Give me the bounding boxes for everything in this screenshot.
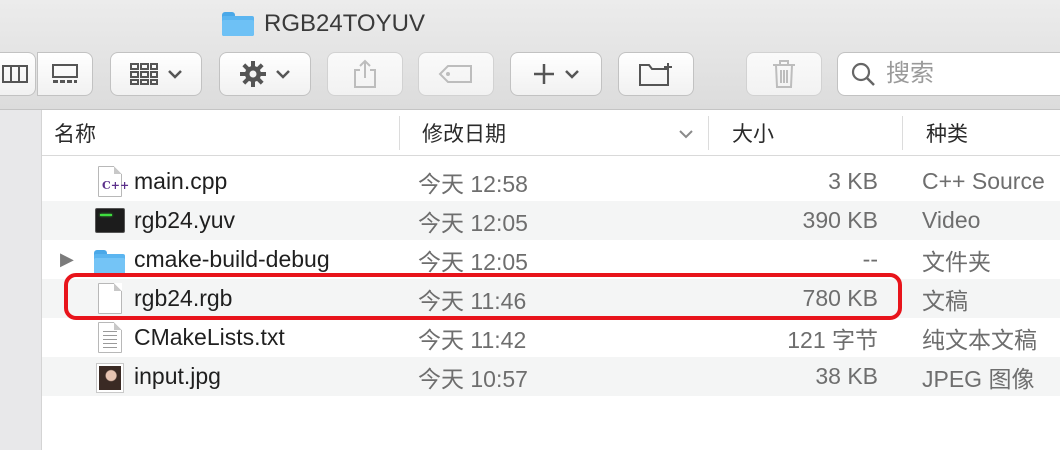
- file-name: cmake-build-debug: [134, 246, 330, 272]
- column-date-label: 修改日期: [422, 122, 506, 146]
- file-kind: JPEG 图像: [922, 365, 1035, 392]
- column-divider[interactable]: [399, 116, 400, 150]
- file-kind: Video: [922, 207, 981, 233]
- new-folder-button[interactable]: [618, 52, 694, 96]
- grid-group-icon: [130, 63, 158, 85]
- column-name-label: 名称: [54, 122, 96, 146]
- table-row[interactable]: ▶ cmake-build-debug 今天 12:05 -- 文件夹: [42, 240, 1060, 279]
- column-header-kind[interactable]: 种类: [926, 110, 968, 155]
- tag-icon: [438, 65, 472, 83]
- column-header-name[interactable]: 名称: [54, 110, 96, 155]
- file-date: 今天 12:05: [418, 209, 528, 236]
- file-size: --: [862, 246, 878, 272]
- file-kind: 文件夹: [922, 248, 991, 275]
- column-kind-label: 种类: [926, 122, 968, 146]
- empty-row: [42, 396, 1060, 435]
- share-button[interactable]: [327, 52, 403, 96]
- window-title-area: RGB24TOYUV: [222, 8, 425, 40]
- table-row[interactable]: rgb24.rgb 今天 11:46 780 KB 文稿: [42, 279, 1060, 318]
- search-input[interactable]: [884, 59, 1060, 89]
- search-icon: [851, 62, 875, 86]
- text-document-icon: [94, 322, 124, 354]
- table-row[interactable]: rgb24.yuv 今天 12:05 390 KB Video: [42, 201, 1060, 240]
- file-date: 今天 10:57: [418, 365, 528, 392]
- action-button[interactable]: [219, 52, 311, 96]
- file-date: 今天 11:42: [418, 326, 527, 353]
- file-name: rgb24.rgb: [134, 285, 233, 311]
- list-view-icon: [1, 65, 28, 83]
- table-row[interactable]: C++ main.cpp 今天 12:58 3 KB C++ Source: [42, 162, 1060, 201]
- table-row[interactable]: CMakeLists.txt 今天 11:42 121 字节 纯文本文稿: [42, 318, 1060, 357]
- file-size: 121 字节: [787, 326, 878, 353]
- file-kind: 纯文本文稿: [922, 326, 1037, 353]
- trash-icon: [773, 60, 795, 88]
- file-name: input.jpg: [134, 363, 221, 389]
- share-icon: [354, 59, 376, 88]
- file-date: 今天 11:46: [418, 287, 527, 314]
- search-field[interactable]: [837, 52, 1060, 96]
- gear-icon: [240, 61, 266, 87]
- column-divider[interactable]: [708, 116, 709, 150]
- blank-document-icon: [94, 283, 124, 315]
- terminal-file-icon: [94, 205, 125, 237]
- plus-icon: [534, 64, 554, 84]
- column-header-size[interactable]: 大小: [732, 110, 774, 155]
- gallery-view-icon: [52, 64, 78, 83]
- file-name: main.cpp: [134, 168, 228, 194]
- image-thumbnail-icon: [94, 361, 124, 393]
- disclosure-triangle-icon[interactable]: ▶: [60, 240, 74, 279]
- file-date: 今天 12:58: [418, 170, 528, 197]
- file-size: 38 KB: [815, 363, 878, 389]
- sort-chevron-icon: [678, 121, 694, 145]
- chevron-down-icon: [275, 66, 291, 82]
- list-view-button[interactable]: [0, 52, 36, 96]
- cpp-file-icon: C++: [94, 166, 129, 198]
- column-header: 名称 修改日期 大小 种类: [42, 110, 1060, 156]
- table-row[interactable]: input.jpg 今天 10:57 38 KB JPEG 图像: [42, 357, 1060, 396]
- folder-icon: [222, 12, 254, 36]
- file-size: 780 KB: [802, 285, 878, 311]
- title-bar: RGB24TOYUV: [0, 0, 1060, 110]
- column-header-date[interactable]: 修改日期: [422, 110, 712, 155]
- column-divider[interactable]: [902, 116, 903, 150]
- tag-button[interactable]: [418, 52, 494, 96]
- file-name: CMakeLists.txt: [134, 324, 285, 350]
- column-size-label: 大小: [732, 122, 774, 146]
- group-by-button[interactable]: [110, 52, 202, 96]
- file-list: C++ main.cpp 今天 12:58 3 KB C++ Source rg…: [42, 162, 1060, 435]
- file-name: rgb24.yuv: [134, 207, 236, 233]
- file-kind: 文稿: [922, 287, 968, 314]
- trash-button[interactable]: [746, 52, 822, 96]
- folder-icon: [94, 244, 125, 276]
- chevron-down-icon: [564, 66, 580, 82]
- window-title: RGB24TOYUV: [264, 10, 425, 37]
- new-item-button[interactable]: [510, 52, 602, 96]
- file-size: 3 KB: [828, 168, 878, 194]
- file-date: 今天 12:05: [418, 248, 528, 275]
- sidebar: [0, 110, 42, 450]
- gallery-view-button[interactable]: [37, 52, 93, 96]
- file-kind: C++ Source: [922, 168, 1045, 194]
- chevron-down-icon: [167, 66, 183, 82]
- new-folder-icon: [639, 63, 672, 86]
- file-size: 390 KB: [802, 207, 878, 233]
